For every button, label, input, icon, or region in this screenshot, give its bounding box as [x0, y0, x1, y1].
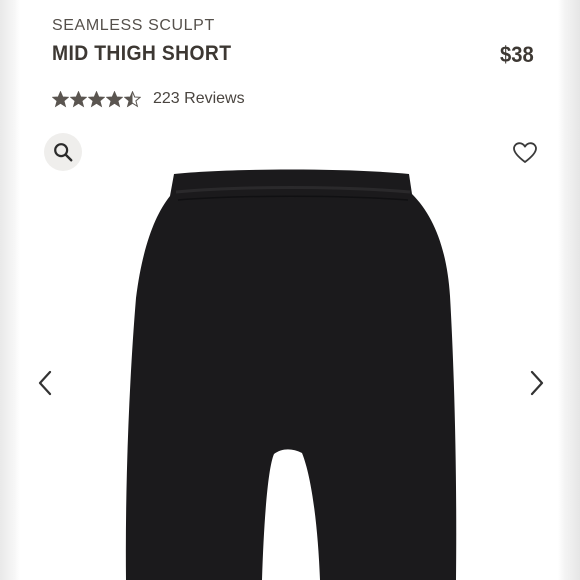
reviews-link[interactable]: 223 Reviews	[153, 90, 245, 108]
star-icon	[52, 90, 69, 107]
star-icon	[88, 90, 105, 107]
product-price: $38	[500, 42, 534, 67]
product-image-shorts	[125, 169, 457, 580]
search-icon	[54, 143, 73, 162]
chevron-left-icon	[38, 370, 52, 396]
star-icon	[106, 90, 123, 107]
product-collection: SEAMLESS SCULPT	[52, 17, 215, 34]
heart-icon	[513, 142, 537, 163]
right-page-edge	[558, 0, 580, 580]
previous-image-button[interactable]	[34, 366, 56, 400]
wishlist-button[interactable]	[510, 138, 540, 168]
chevron-right-icon	[530, 370, 544, 396]
product-title: MID THIGH SHORT	[52, 42, 232, 65]
star-rating	[52, 90, 141, 108]
star-icon	[124, 90, 141, 107]
rating-row[interactable]: 223 Reviews	[52, 88, 245, 110]
left-page-edge	[0, 0, 20, 580]
star-icon	[70, 90, 87, 107]
next-image-button[interactable]	[526, 366, 548, 400]
search-button[interactable]	[44, 133, 82, 171]
